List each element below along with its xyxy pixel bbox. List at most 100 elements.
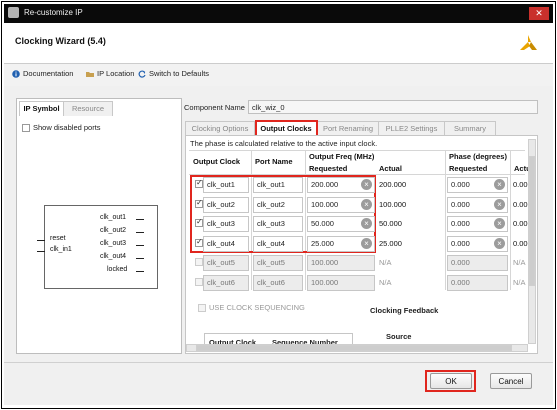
- folder-icon: [86, 71, 94, 77]
- phase-actual-value: N/A: [513, 258, 526, 267]
- tab-clocking-options[interactable]: Clocking Options: [185, 121, 255, 136]
- freq-actual-value: 50.000: [379, 219, 402, 228]
- phase-actual-value: 0.00: [513, 200, 528, 209]
- toolbar: Documentation IP Location Switch to Defa…: [4, 63, 553, 87]
- documentation-link[interactable]: Documentation: [12, 69, 73, 78]
- cancel-button[interactable]: Cancel: [490, 373, 532, 389]
- port-name-input[interactable]: clk_out4: [253, 236, 303, 252]
- port-name-input[interactable]: clk_out5: [253, 255, 303, 271]
- source-label: Source: [386, 332, 412, 341]
- port-name-input[interactable]: clk_out1: [253, 177, 303, 193]
- phase-actual-value: 0.00: [513, 219, 528, 228]
- component-name-label: Component Name: [184, 103, 245, 112]
- row-enable-checkbox[interactable]: [195, 198, 203, 208]
- table-grid-col3: [445, 150, 446, 290]
- pin-label-locked: locked: [107, 266, 128, 273]
- output-clock-cell: clk_out6: [203, 275, 249, 291]
- row-enable-checkbox[interactable]: [195, 237, 203, 247]
- pin-reset: [37, 240, 45, 241]
- tab-plle2-settings[interactable]: PLLE2 Settings: [378, 121, 445, 136]
- phase-actual-value: N/A: [513, 278, 526, 287]
- phase-requested-input[interactable]: 0.000: [447, 255, 508, 271]
- pin-clk-out4: [136, 258, 144, 259]
- clear-freq-icon[interactable]: ×: [361, 218, 372, 229]
- clear-phase-icon[interactable]: ×: [494, 179, 505, 190]
- tab-summary[interactable]: Summary: [444, 121, 496, 136]
- header-output-freq: Output Freq (MHz): [309, 152, 375, 161]
- freq-actual-value: 100.000: [379, 200, 407, 209]
- phase-actual-value: 0.00: [513, 180, 528, 189]
- row-enable-checkbox[interactable]: [195, 178, 203, 188]
- output-clock-cell: clk_out2: [203, 197, 249, 213]
- output-clock-cell: clk_out3: [203, 216, 249, 232]
- refresh-icon: [138, 69, 146, 78]
- pin-label-reset: reset: [50, 235, 66, 242]
- pin-clk-out2: [136, 232, 144, 233]
- switch-defaults-label: Switch to Defaults: [149, 69, 210, 78]
- header-port-name: Port Name: [255, 157, 293, 166]
- phase-actual-value: 0.00: [513, 239, 528, 248]
- clear-phase-icon[interactable]: ×: [494, 238, 505, 249]
- header-freq-requested: Requested: [309, 164, 348, 173]
- header-output-clock: Output Clock: [193, 157, 241, 166]
- window-title: Re-customize IP: [24, 8, 83, 17]
- ip-location-link[interactable]: IP Location: [86, 69, 134, 78]
- port-name-input[interactable]: clk_out6: [253, 275, 303, 291]
- row-enable-checkbox[interactable]: [195, 278, 203, 286]
- wizard-header: Clocking Wizard (5.4): [4, 23, 553, 63]
- pin-label-clk-in1: clk_in1: [50, 246, 72, 253]
- info-icon: [12, 69, 20, 78]
- app-icon: [8, 7, 19, 18]
- phase-requested-input[interactable]: 0.000: [447, 275, 508, 291]
- port-name-input[interactable]: clk_out3: [253, 216, 303, 232]
- use-clock-sequencing-label: USE CLOCK SEQUENCING: [209, 303, 305, 312]
- clocking-feedback-heading: Clocking Feedback: [370, 306, 439, 315]
- pin-label-clk-out4: clk_out4: [100, 253, 127, 260]
- clear-freq-icon[interactable]: ×: [361, 179, 372, 190]
- clear-freq-icon[interactable]: ×: [361, 199, 372, 210]
- show-disabled-ports-checkbox[interactable]: [22, 124, 30, 132]
- table-grid-top: [189, 150, 525, 151]
- pin-clk-in1: [37, 251, 45, 252]
- output-clock-cell: clk_out5: [203, 255, 249, 271]
- output-clock-cell: clk_out1: [203, 177, 249, 193]
- row-enable-checkbox[interactable]: [195, 258, 203, 266]
- freq-requested-input[interactable]: 100.000: [307, 255, 375, 271]
- ip-location-label: IP Location: [97, 69, 135, 78]
- clear-phase-icon[interactable]: ×: [494, 199, 505, 210]
- row-enable-checkbox[interactable]: [195, 217, 203, 227]
- pin-label-clk-out3: clk_out3: [100, 240, 127, 247]
- show-disabled-ports-label: Show disabled ports: [33, 123, 101, 132]
- port-name-input[interactable]: clk_out2: [253, 197, 303, 213]
- header-phase-requested: Requested: [449, 164, 488, 173]
- clear-phase-icon[interactable]: ×: [494, 218, 505, 229]
- freq-actual-value: 200.000: [379, 180, 407, 189]
- xilinx-logo-icon: [520, 35, 537, 50]
- tab-port-renaming[interactable]: Port Renaming: [317, 121, 379, 136]
- vertical-scrollbar-thumb[interactable]: [529, 156, 535, 286]
- use-clock-sequencing-checkbox[interactable]: [198, 304, 206, 312]
- phase-note: The phase is calculated relative to the …: [190, 139, 378, 148]
- clear-freq-icon[interactable]: ×: [361, 238, 372, 249]
- pin-label-clk-out1: clk_out1: [100, 214, 127, 221]
- horizontal-scrollbar-thumb[interactable]: [196, 345, 512, 351]
- pin-locked: [136, 271, 144, 272]
- documentation-label: Documentation: [23, 69, 74, 78]
- pin-clk-out1: [136, 219, 144, 220]
- table-grid-col4: [510, 150, 511, 290]
- highlight-ok-button: [425, 370, 476, 392]
- header-freq-actual: Actual: [379, 164, 402, 173]
- tab-resource[interactable]: Resource: [63, 101, 113, 116]
- freq-actual-value: 25.000: [379, 239, 402, 248]
- freq-requested-input[interactable]: 100.000: [307, 275, 375, 291]
- tab-ip-symbol[interactable]: IP Symbol: [19, 101, 64, 116]
- title-bar: Re-customize IP ✕: [4, 4, 553, 23]
- component-name-input[interactable]: clk_wiz_0: [248, 100, 538, 114]
- close-button[interactable]: ✕: [529, 7, 549, 20]
- switch-defaults-link[interactable]: Switch to Defaults: [138, 69, 209, 78]
- freq-actual-value: N/A: [379, 278, 392, 287]
- wizard-title: Clocking Wizard (5.4): [15, 36, 106, 46]
- pin-clk-out3: [136, 245, 144, 246]
- header-phase: Phase (degrees): [449, 152, 507, 161]
- pin-label-clk-out2: clk_out2: [100, 227, 127, 234]
